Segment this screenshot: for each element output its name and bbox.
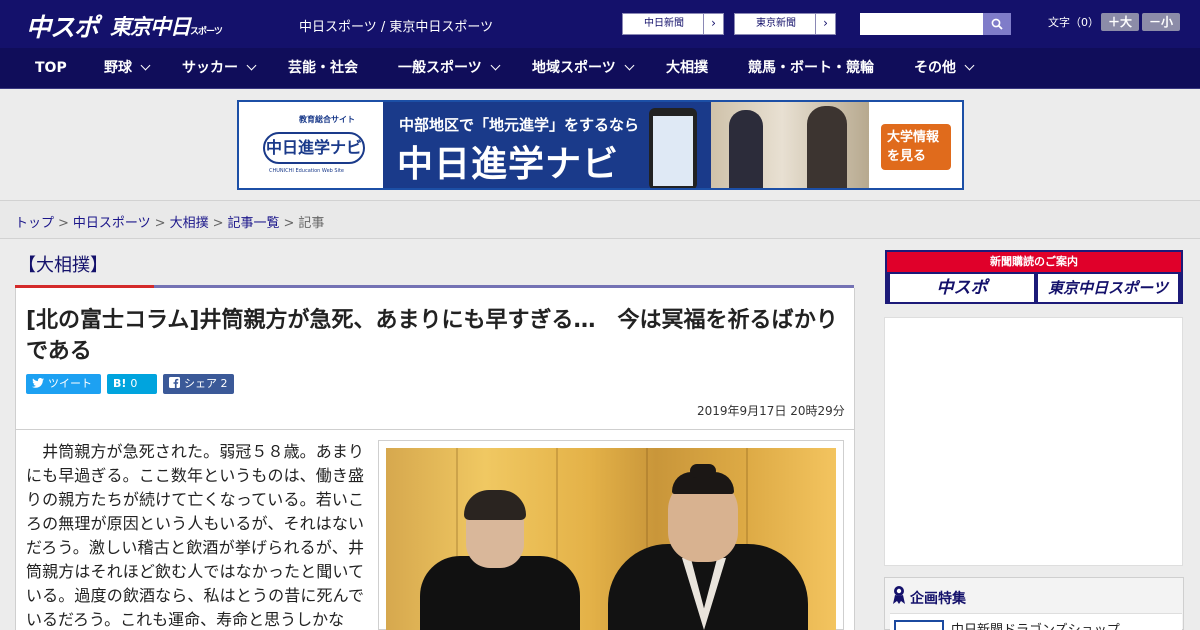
shingaku-navi-banner[interactable]: 教育総合サイト 中日進学ナビ CHUNICHI Education Web Si… [237,100,964,190]
banner-line2: 中日進学ナビ [397,144,620,185]
nav-item-other[interactable]: その他 [914,48,975,89]
subscription-logo-tokyo: 東京中日スポーツ [1038,274,1178,302]
font-larger-button[interactable]: ＋大 [1101,13,1139,31]
main-nav: TOP 野球 サッカー 芸能・社会 一般スポーツ 地域スポーツ 大相撲 競馬・ボ… [0,48,1200,89]
breadcrumb-link-top[interactable]: トップ [15,216,54,231]
article-headline: [北の富士コラム]井筒親方が急死、あまりにも早すぎる… 今は冥福を祈るばかりであ… [26,308,838,364]
photo-person-left-hair [464,490,526,520]
search-input[interactable] [860,13,983,35]
ribbon-icon [893,585,905,605]
facebook-share-button[interactable]: シェア 2 [163,374,234,394]
nav-label: 大相撲 [666,60,708,76]
breadcrumb: トップ > 中日スポーツ > 大相撲 > 記事一覧 > 記事 [15,212,324,231]
chunichi-shimbun-link[interactable]: 中日新聞 › [622,13,724,35]
nav-label: 芸能・社会 [288,60,358,76]
breadcrumb-link-chunichi-sports[interactable]: 中日スポーツ [73,216,151,231]
nav-label: 野球 [104,60,132,76]
nav-label: TOP [35,60,67,76]
nav-item-entertainment[interactable]: 芸能・社会 [288,48,358,89]
subscription-logo-chuspo: 中スポ [890,274,1034,302]
breadcrumb-link-sumo[interactable]: 大相撲 [170,216,209,231]
nav-label: 地域スポーツ [532,60,616,76]
banner-site-small: 教育総合サイト [299,115,355,124]
banner-logo: 中日進学ナビ [263,132,365,164]
banner-cta-panel: 大学情報を見る [869,102,962,188]
breadcrumb-separator: > [283,216,295,231]
category-heading: 【大相撲】 [18,255,108,276]
chunichi-shimbun-label: 中日新聞 [644,18,684,29]
article-datetime: 2019年9月17日 20時29分 [697,404,845,418]
subscription-banner[interactable]: 新聞購読のご案内 中スポ 東京中日スポーツ [885,250,1183,304]
nav-item-top[interactable]: TOP [35,48,67,89]
breadcrumb-separator: > [212,216,224,231]
search-button[interactable] [983,13,1011,35]
nav-item-sumo[interactable]: 大相撲 [666,48,708,89]
article-photo[interactable] [386,448,836,630]
font-size-label: 文字（0） [1048,16,1099,29]
nav-item-regional-sports[interactable]: 地域スポーツ [532,48,635,89]
hatena-count: 0 [130,377,138,390]
banner-phone-screen [653,116,693,186]
tokyo-shimbun-label: 東京新聞 [756,18,796,29]
subscription-title: 新聞購読のご案内 [887,252,1181,272]
tokyo-shimbun-link[interactable]: 東京新聞 › [734,13,836,35]
banner-cta-button[interactable]: 大学情報を見る [881,124,951,170]
search-icon [991,18,1003,30]
banner-student-figure [729,110,763,188]
tweet-button[interactable]: ツイート [26,374,101,394]
chevron-down-icon [140,60,151,71]
tweet-label: ツイート [48,377,92,390]
feature-item-label[interactable]: 中日新聞ドラゴンズショップ [951,619,1120,630]
chuspo-logo[interactable]: 中スポ [26,8,99,44]
breadcrumb-separator: > [154,216,166,231]
banner-students-photo [711,102,869,188]
photo-person-right-topknot [690,464,716,478]
article-body-text: 井筒親方が急死された。弱冠５８歳。あまりにも早過ぎる。ここ数年というものは、働き… [26,442,364,629]
nav-label: その他 [914,60,956,76]
breadcrumb-link-article-list[interactable]: 記事一覧 [228,216,280,231]
chevron-right-icon: › [815,14,835,34]
breadcrumb-current: 記事 [298,216,325,231]
banner-logo-en: CHUNICHI Education Web Site [269,168,345,174]
breadcrumb-separator: > [58,216,69,231]
breadcrumb-bar: トップ > 中日スポーツ > 大相撲 > 記事一覧 > 記事 [0,200,1200,239]
nav-item-baseball[interactable]: 野球 [104,48,151,89]
facebook-share-count: 2 [220,377,228,390]
sidebar-ad-slot [884,317,1183,566]
nav-item-racing[interactable]: 競馬・ボート・競輪 [748,48,874,89]
facebook-icon [169,374,180,394]
tokyo-chunichi-logo[interactable]: 東京中日スポーツ [110,11,223,41]
nav-item-general-sports[interactable]: 一般スポーツ [398,48,501,89]
twitter-icon [32,374,44,394]
tokyo-logo-sub: スポーツ [190,27,223,37]
chevron-down-icon [964,60,975,71]
font-smaller-button[interactable]: －小 [1142,13,1180,31]
chevron-down-icon [490,60,501,71]
feature-heading: 企画特集 [910,591,966,607]
nav-label: サッカー [182,60,238,76]
feature-thumbnail [894,620,944,630]
chevron-down-icon [246,60,257,71]
banner-line1: 中部地区で「地元進学」をするなら [399,116,640,134]
banner-logo-panel: 教育総合サイト 中日進学ナビ CHUNICHI Education Web Si… [239,102,383,188]
facebook-share-label: シェア [184,377,217,390]
banner-phone-image [649,108,697,188]
nav-item-soccer[interactable]: サッカー [182,48,257,89]
nav-label: 競馬・ボート・競輪 [748,60,874,76]
chevron-down-icon [624,60,635,71]
hatena-bookmark-button[interactable]: B! 0 [107,374,157,394]
tokyo-logo-main: 東京中日 [110,15,191,39]
nav-label: 一般スポーツ [398,60,482,76]
chevron-right-icon: › [703,14,723,34]
site-title: 中日スポーツ / 東京中日スポーツ [299,20,494,35]
site-header: 中スポ 東京中日スポーツ 中日スポーツ / 東京中日スポーツ 中日新聞 › 東京… [0,0,1200,48]
hatena-icon: B! [113,377,127,390]
banner-student-figure [807,106,847,188]
